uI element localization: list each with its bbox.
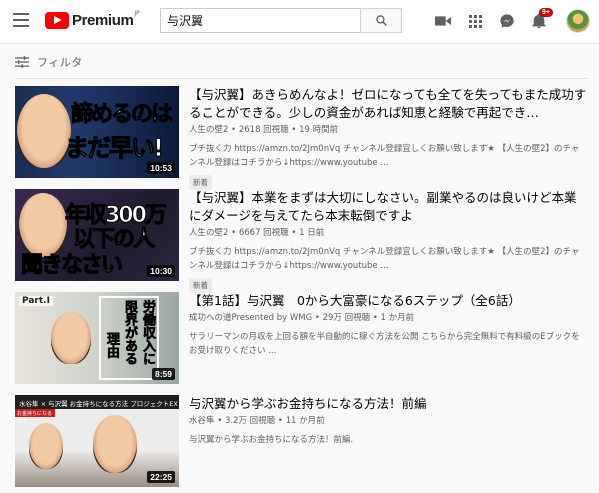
person-image bbox=[51, 312, 91, 364]
video-info: 与沢翼から学ぶお金持ちになる方法！前編 水谷隼 • 3.2万 回視聴 • 11 … bbox=[189, 395, 587, 447]
video-duration: 22:25 bbox=[147, 471, 175, 483]
video-meta: 人生の壁2 • 2618 回視聴 • 19 時間前 bbox=[189, 125, 339, 135]
view-count: 2618 回視聴 bbox=[238, 125, 289, 135]
thumbnail-text: 労働収入に bbox=[140, 300, 156, 366]
video-meta: 水谷隼 • 3.2万 回視聴 • 11 か月前 bbox=[189, 416, 325, 426]
channel-name[interactable]: 人生の壁2 bbox=[189, 228, 228, 238]
video-info: 【与沢翼】あきらめんなよ！ゼロになっても全てを失ってもまた成功することができる。… bbox=[189, 86, 587, 190]
video-info: 【第1話】与沢翼 0から大富豪になる6ステップ（全6話） 成功への道Presen… bbox=[189, 292, 587, 358]
youtube-play-icon bbox=[45, 12, 69, 29]
thumbnail-label: お金持ちになる方法 bbox=[15, 409, 55, 424]
channel-name[interactable]: 人生の壁2 bbox=[189, 125, 228, 135]
new-badge: 新着 bbox=[189, 175, 212, 190]
video-info: 【与沢翼】本業をまずは大切にしなさい。副業やるのは良いけど本業にダメージを与えて… bbox=[189, 189, 587, 293]
apps-grid-icon[interactable] bbox=[466, 12, 484, 30]
video-title[interactable]: 【第1話】与沢翼 0から大富豪になる6ステップ（全6話） bbox=[189, 292, 587, 310]
person-image bbox=[93, 415, 137, 473]
video-result[interactable]: 年収300万 以下の人 聞きなさい 10:30 【与沢翼】本業をまずは大切にしな… bbox=[15, 189, 595, 293]
youtube-search-page: { "header": { "logo_text": "Premium", "l… bbox=[0, 0, 599, 493]
messages-icon[interactable] bbox=[498, 12, 516, 30]
filter-button[interactable]: フィルタ bbox=[15, 54, 83, 70]
video-title[interactable]: 与沢翼から学ぶお金持ちになる方法！前編 bbox=[189, 395, 587, 413]
search-icon bbox=[375, 15, 387, 26]
video-duration: 10:53 bbox=[147, 162, 175, 174]
video-result[interactable]: 諦めるのは まだ早い! 10:53 【与沢翼】あきらめんなよ！ゼロになっても全て… bbox=[15, 86, 595, 190]
thumbnail-text: 理由 bbox=[104, 332, 120, 359]
video-result[interactable]: Part.Ⅰ 労働収入に 限界がある 理由 8:59 【第1話】与沢翼 0から大… bbox=[15, 292, 595, 386]
video-meta: 人生の壁2 • 6667 回視聴 • 1 日前 bbox=[189, 228, 325, 238]
video-meta: 成功への道Presented by WMG • 29万 回視聴 • 1 か月前 bbox=[189, 313, 415, 323]
filter-label: フィルタ bbox=[37, 56, 83, 69]
divider bbox=[15, 78, 587, 79]
view-count: 3.2万 回視聴 bbox=[224, 416, 276, 426]
hamburger-menu-icon[interactable] bbox=[13, 13, 29, 27]
upload-age: 1 日前 bbox=[299, 228, 325, 238]
video-description: ブチ抜く力 https://amzn.to/2Jm0nVq チャンネル登録宜しく… bbox=[189, 144, 580, 168]
view-count: 29万 回視聴 bbox=[322, 313, 371, 323]
channel-name[interactable]: 成功への道Presented by WMG bbox=[189, 313, 312, 323]
video-thumbnail[interactable]: 水谷隼 × 与沢翼 お金持ちになる方法 プロジェクトEX お金持ちになる方法 2… bbox=[15, 395, 179, 487]
masthead: Premium JP 9+ bbox=[0, 0, 599, 44]
child-image bbox=[29, 423, 63, 469]
youtube-premium-logo[interactable]: Premium JP bbox=[45, 10, 140, 29]
video-thumbnail[interactable]: Part.Ⅰ 労働収入に 限界がある 理由 8:59 bbox=[15, 292, 179, 384]
person-image bbox=[17, 94, 71, 168]
thumbnail-text: Part.Ⅰ bbox=[19, 296, 53, 306]
thumbnail-text: まだ早い! bbox=[65, 134, 165, 163]
video-title[interactable]: 【与沢翼】あきらめんなよ！ゼロになっても全てを失ってもまた成功することができる。… bbox=[189, 86, 587, 122]
new-badge: 新着 bbox=[189, 278, 212, 293]
thumbnail-text: 諦めるのは bbox=[70, 102, 173, 128]
video-description: サラリーマンの月収を上回る額を半自動的に稼ぐ方法を公開 こちらから完全無料で有料… bbox=[189, 332, 580, 356]
view-count: 6667 回視聴 bbox=[238, 228, 289, 238]
video-title[interactable]: 【与沢翼】本業をまずは大切にしなさい。副業やるのは良いけど本業にダメージを与えて… bbox=[189, 189, 587, 225]
video-description: ブチ抜く力 https://amzn.to/2Jm0nVq チャンネル登録宜しく… bbox=[189, 247, 580, 271]
video-duration: 8:59 bbox=[151, 368, 175, 380]
filter-sliders-icon bbox=[15, 56, 29, 68]
video-result[interactable]: 水谷隼 × 与沢翼 お金持ちになる方法 プロジェクトEX お金持ちになる方法 2… bbox=[15, 395, 595, 489]
channel-name[interactable]: 水谷隼 bbox=[189, 416, 215, 426]
thumbnail-text: 限界がある bbox=[122, 300, 138, 366]
video-thumbnail[interactable]: 諦めるのは まだ早い! 10:53 bbox=[15, 86, 179, 178]
video-thumbnail[interactable]: 年収300万 以下の人 聞きなさい 10:30 bbox=[15, 189, 179, 281]
upload-age: 11 か月前 bbox=[285, 416, 325, 426]
logo-region: JP bbox=[134, 10, 140, 17]
thumbnail-text: 聞きなさい bbox=[20, 253, 123, 279]
video-duration: 10:30 bbox=[147, 265, 175, 277]
video-description: 与沢翼から学ぶお金持ちになる方法！前編. bbox=[189, 435, 354, 445]
notification-count-badge: 9+ bbox=[539, 8, 553, 17]
account-avatar[interactable] bbox=[566, 9, 590, 33]
search-button[interactable] bbox=[360, 8, 402, 33]
search-bar bbox=[160, 8, 402, 33]
upload-age: 19 時間前 bbox=[299, 125, 339, 135]
create-video-icon[interactable] bbox=[434, 12, 452, 30]
search-input[interactable] bbox=[160, 8, 360, 33]
upload-age: 1 か月前 bbox=[380, 313, 415, 323]
logo-text: Premium bbox=[72, 12, 134, 29]
thumbnail-banner: 水谷隼 × 与沢翼 お金持ちになる方法 プロジェクトEX bbox=[15, 395, 179, 409]
